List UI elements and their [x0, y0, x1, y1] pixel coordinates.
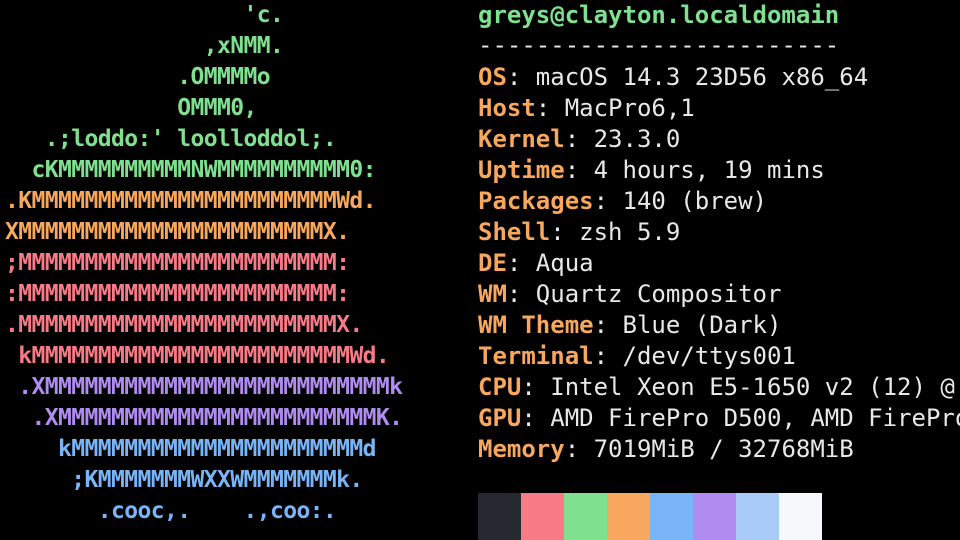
info-value: : Blue (Dark) [593, 311, 782, 339]
info-key: Host [478, 94, 536, 122]
info-row-packages: Packages: 140 (brew) [478, 186, 767, 217]
info-value: : 4 hours, 19 mins [564, 156, 825, 184]
logo-line: kMMMMMMMMMMMMMMMMMMMMMMMMWd. [5, 343, 390, 369]
info-value: : Aqua [506, 249, 594, 277]
info-key: OS [478, 63, 507, 91]
logo-line: kMMMMMMMMMMMMMMMMMMMMMMd [5, 436, 377, 462]
logo-line: .KMMMMMMMMMMMMMMMMMMMMMMMWd. [5, 188, 377, 214]
palette-swatch-4 [650, 493, 693, 540]
info-value: : zsh 5.9 [550, 218, 681, 246]
info-value: : AMD FirePro D500, AMD FirePro [521, 404, 960, 432]
info-row-os: OS: macOS 14.3 23D56 x86_64 [478, 62, 868, 93]
info-row-wm-theme: WM Theme: Blue (Dark) [478, 310, 781, 341]
palette-swatch-7 [779, 493, 822, 540]
info-key: Kernel [478, 125, 565, 153]
info-row-de: DE: Aqua [478, 248, 594, 279]
info-key: Shell [478, 218, 551, 246]
terminal-window: 'c. ,xNMM. .OMMMMo OMMM0, .;loddo:' lool… [0, 0, 960, 540]
palette-swatch-6 [736, 493, 779, 540]
info-value: : MacPro6,1 [535, 94, 695, 122]
info-key: GPU [478, 404, 522, 432]
info-row-wm: WM: Quartz Compositor [478, 279, 781, 310]
info-row-memory: Memory: 7019MiB / 32768MiB [478, 434, 854, 465]
logo-line: ;MMMMMMMMMMMMMMMMMMMMMMMM: [5, 250, 350, 276]
info-row-cpu: CPU: Intel Xeon E5-1650 v2 (12) @ [478, 372, 955, 403]
palette-swatch-0 [478, 493, 521, 540]
info-key: WM [478, 280, 507, 308]
info-key: WM Theme [478, 311, 594, 339]
title-separator: ------------------------- [478, 31, 840, 59]
user-host-title: greys@clayton.localdomain [478, 1, 840, 29]
logo-line: :MMMMMMMMMMMMMMMMMMMMMMMM: [5, 281, 350, 307]
logo-line: ;KMMMMMMMWXXWMMMMMMMk. [5, 467, 363, 493]
info-value: : 23.3.0 [564, 125, 681, 153]
info-value: : /dev/ttys001 [593, 342, 796, 370]
info-row-terminal: Terminal: /dev/ttys001 [478, 341, 796, 372]
info-value: : 140 (brew) [593, 187, 767, 215]
info-key: CPU [478, 373, 522, 401]
logo-line: ,xNMM. [5, 33, 284, 59]
info-row-kernel: Kernel: 23.3.0 [478, 124, 680, 155]
info-key: Terminal [478, 342, 594, 370]
palette-swatch-3 [607, 493, 650, 540]
logo-line: XMMMMMMMMMMMMMMMMMMMMMMMX. [5, 219, 350, 245]
palette-swatch-5 [693, 493, 736, 540]
info-key: Uptime [478, 156, 565, 184]
info-row-uptime: Uptime: 4 hours, 19 mins [478, 155, 825, 186]
color-palette [478, 493, 822, 540]
logo-line: .OMMMMo [5, 64, 270, 90]
info-row-shell: Shell: zsh 5.9 [478, 217, 680, 248]
info-value: : macOS 14.3 23D56 x86_64 [506, 63, 869, 91]
info-row-gpu: GPU: AMD FirePro D500, AMD FirePro [478, 403, 960, 434]
logo-line: .XMMMMMMMMMMMMMMMMMMMMMMMMMMk [5, 374, 403, 400]
info-row-host: Host: MacPro6,1 [478, 93, 695, 124]
info-key: Memory [478, 435, 565, 463]
logo-line: .cooc,. .,coo:. [5, 498, 337, 524]
logo-line: OMMM0, [5, 95, 257, 121]
info-value: : 7019MiB / 32768MiB [564, 435, 854, 463]
logo-line: 'c. [5, 2, 284, 28]
logo-line: .XMMMMMMMMMMMMMMMMMMMMMMMMK. [5, 405, 403, 431]
info-value: : Quartz Compositor [506, 280, 782, 308]
logo-line: .MMMMMMMMMMMMMMMMMMMMMMMMX. [5, 312, 363, 338]
palette-swatch-1 [521, 493, 564, 540]
palette-swatch-2 [564, 493, 607, 540]
logo-line: cKMMMMMMMMMMNWMMMMMMMMMM0: [5, 157, 376, 183]
logo-line: .;loddo:' loolloddol;. [5, 126, 337, 152]
info-value: : Intel Xeon E5-1650 v2 (12) @ [521, 373, 955, 401]
info-key: Packages [478, 187, 594, 215]
info-key: DE [478, 249, 507, 277]
